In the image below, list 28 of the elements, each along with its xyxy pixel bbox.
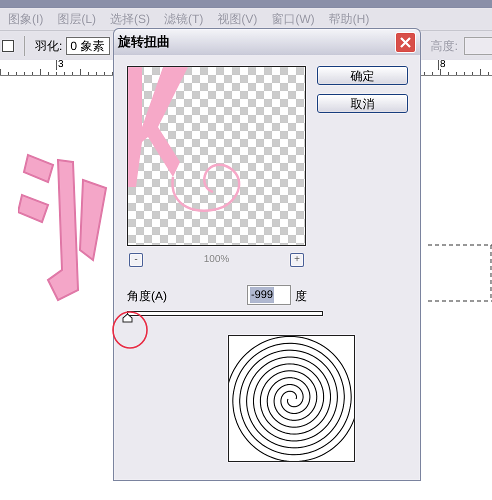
close-button[interactable]: [395, 32, 416, 52]
zoom-out-button[interactable]: -: [129, 252, 143, 266]
ok-button[interactable]: 确定: [317, 66, 408, 85]
angle-field[interactable]: -999: [247, 285, 291, 305]
ruler-number: 3: [56, 60, 64, 70]
angle-label: 角度(A): [127, 288, 168, 305]
feather-field[interactable]: 0 象素: [66, 36, 110, 54]
menu-item[interactable]: 视图(V): [217, 10, 258, 28]
menu-item[interactable]: 帮助(H): [328, 10, 370, 28]
height-label: 高度:: [430, 38, 458, 54]
mode-icon[interactable]: [2, 40, 14, 52]
zoom-level: 100%: [204, 253, 230, 267]
menu-item[interactable]: 选择(S): [110, 10, 150, 28]
selection-marquee: [428, 244, 492, 302]
degree-unit: 度: [295, 288, 307, 305]
dialog-title: 旋转扭曲: [118, 33, 171, 52]
angle-value: -999: [250, 286, 274, 304]
menu-item[interactable]: 图象(I): [8, 10, 44, 28]
ruler-number: 8: [438, 60, 446, 70]
cancel-button[interactable]: 取消: [317, 94, 408, 113]
menu-item[interactable]: 滤镜(T): [164, 10, 204, 28]
menu-item[interactable]: 窗口(W): [271, 10, 315, 28]
zoom-in-button[interactable]: +: [290, 252, 304, 266]
feather-label: 羽化:: [35, 38, 62, 54]
slider-thumb[interactable]: [122, 313, 133, 323]
annotation-circle: [111, 310, 149, 350]
close-icon: [400, 36, 411, 48]
menu-item[interactable]: 图层(L): [57, 10, 96, 28]
